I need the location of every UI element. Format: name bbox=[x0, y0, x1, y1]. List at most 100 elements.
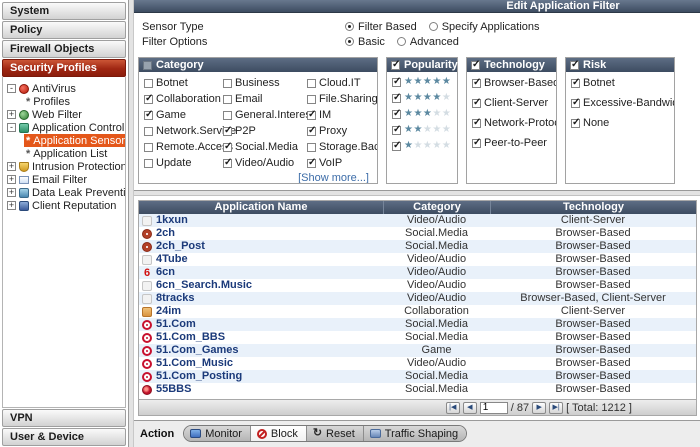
category-checkbox-business[interactable]: Business bbox=[223, 77, 307, 89]
checkbox-icon[interactable] bbox=[472, 139, 481, 148]
table-row[interactable]: 1kxunVideo/AudioClient-Server bbox=[139, 214, 696, 227]
category-checkbox-general-interest[interactable]: General.Interest bbox=[223, 109, 307, 121]
table-row[interactable]: 51.Com_GamesGameBrowser-Based bbox=[139, 344, 696, 357]
popularity-4-stars[interactable]: ★★★★★ bbox=[392, 93, 453, 103]
popularity-1-star[interactable]: ★★★★★ bbox=[392, 141, 453, 151]
category-checkbox-proxy[interactable]: Proxy bbox=[307, 125, 377, 137]
category-checkbox-storage-backup[interactable]: Storage.Backup bbox=[307, 141, 377, 153]
table-row[interactable]: 51.Com_BBSSocial.MediaBrowser-Based bbox=[139, 331, 696, 344]
checkbox-icon[interactable] bbox=[223, 143, 232, 152]
popularity-3-stars[interactable]: ★★★★★ bbox=[392, 109, 453, 119]
checkbox-icon[interactable] bbox=[223, 159, 232, 168]
category-checkbox-cloud-it[interactable]: Cloud.IT bbox=[307, 77, 377, 89]
table-row[interactable]: 8tracksVideo/AudioBrowser-Based, Client-… bbox=[139, 292, 696, 305]
category-checkbox-collaboration[interactable]: Collaboration bbox=[144, 93, 223, 105]
previous-page-button[interactable] bbox=[463, 402, 477, 414]
radio-advanced[interactable]: Advanced bbox=[397, 36, 459, 48]
category-checkbox-social-media[interactable]: Social.Media bbox=[223, 141, 307, 153]
expand-icon[interactable] bbox=[7, 201, 16, 210]
checkbox-icon[interactable] bbox=[571, 79, 580, 88]
column-header-technology[interactable]: Technology bbox=[490, 201, 696, 214]
radio-basic[interactable]: Basic bbox=[345, 36, 385, 48]
radio-specify-applications[interactable]: Specify Applications bbox=[429, 21, 540, 33]
tree-item-client-reputation[interactable]: Client Reputation bbox=[7, 199, 125, 212]
checkbox-icon[interactable] bbox=[392, 78, 401, 87]
popularity-2-stars[interactable]: ★★★★★ bbox=[392, 125, 453, 135]
checkbox-icon[interactable] bbox=[223, 111, 232, 120]
page-number-input[interactable] bbox=[480, 402, 508, 414]
tree-item-antivirus[interactable]: AntiVirus bbox=[7, 82, 125, 95]
checkbox-icon[interactable] bbox=[223, 127, 232, 136]
technology-checkbox-peer-to-peer[interactable]: Peer-to-Peer bbox=[472, 137, 552, 149]
monitor-button[interactable]: Monitor bbox=[184, 426, 251, 441]
checkbox-icon[interactable] bbox=[472, 119, 481, 128]
checkbox-icon[interactable] bbox=[223, 95, 232, 104]
table-row[interactable]: 2chSocial.MediaBrowser-Based bbox=[139, 227, 696, 240]
checkbox-icon[interactable] bbox=[392, 110, 401, 119]
tree-item-intrusion-protection[interactable]: Intrusion Protection bbox=[7, 160, 125, 173]
checkbox-icon[interactable] bbox=[571, 119, 580, 128]
category-checkbox-p2p[interactable]: P2P bbox=[223, 125, 307, 137]
tree-item-email-filter[interactable]: Email Filter bbox=[7, 173, 125, 186]
category-checkbox-im[interactable]: IM bbox=[307, 109, 377, 121]
expand-icon[interactable] bbox=[7, 162, 16, 171]
first-page-button[interactable] bbox=[446, 402, 460, 414]
checkbox-icon[interactable] bbox=[144, 159, 153, 168]
show-more-link[interactable]: [Show more...] bbox=[144, 169, 373, 183]
reset-button[interactable]: Reset bbox=[307, 426, 364, 441]
technology-checkbox-browser-based[interactable]: Browser-Based bbox=[472, 77, 552, 89]
sidebar-section-vpn[interactable]: VPN bbox=[2, 409, 126, 427]
expand-icon[interactable] bbox=[7, 188, 16, 197]
sidebar-section-firewall-objects[interactable]: Firewall Objects bbox=[2, 40, 126, 58]
block-button[interactable]: Block bbox=[251, 426, 307, 441]
popularity-5-stars[interactable]: ★★★★★ bbox=[392, 77, 453, 87]
checkbox-icon[interactable] bbox=[472, 79, 481, 88]
radio-icon[interactable] bbox=[345, 22, 354, 31]
table-row[interactable]: 51.Com_PostingSocial.MediaBrowser-Based bbox=[139, 370, 696, 383]
tree-item-data-leak-prevention[interactable]: Data Leak Prevention bbox=[7, 186, 125, 199]
table-row[interactable]: 6cn_Search.MusicVideo/AudioBrowser-Based bbox=[139, 279, 696, 292]
checkbox-icon[interactable] bbox=[144, 79, 153, 88]
checkbox-icon[interactable] bbox=[144, 95, 153, 104]
last-page-button[interactable] bbox=[549, 402, 563, 414]
column-header-category[interactable]: Category bbox=[383, 201, 490, 214]
expand-icon[interactable] bbox=[7, 175, 16, 184]
checkbox-icon[interactable] bbox=[307, 95, 316, 104]
category-checkbox-email[interactable]: Email bbox=[223, 93, 307, 105]
category-checkbox-update[interactable]: Update bbox=[144, 157, 223, 169]
category-checkbox-video-audio[interactable]: Video/Audio bbox=[223, 157, 307, 169]
expand-icon[interactable] bbox=[7, 110, 16, 119]
collapse-icon[interactable] bbox=[7, 123, 16, 132]
tree-item-application-list[interactable]: Application List bbox=[24, 147, 125, 160]
checkbox-icon[interactable] bbox=[392, 126, 401, 135]
sidebar-section-security-profiles[interactable]: Security Profiles bbox=[2, 59, 126, 77]
checkbox-icon[interactable] bbox=[144, 143, 153, 152]
category-checkbox-file-sharing[interactable]: File.Sharing bbox=[307, 93, 377, 105]
traffic-shaping-button[interactable]: Traffic Shaping bbox=[364, 426, 466, 441]
checkbox-icon[interactable] bbox=[307, 127, 316, 136]
table-row[interactable]: 6cnVideo/AudioBrowser-Based bbox=[139, 266, 696, 279]
tree-item-application-control[interactable]: Application Control bbox=[7, 121, 125, 134]
sidebar-section-policy[interactable]: Policy bbox=[2, 21, 126, 39]
checkbox-icon[interactable] bbox=[472, 99, 481, 108]
checkbox-icon[interactable] bbox=[571, 99, 580, 108]
collapse-icon[interactable] bbox=[7, 84, 16, 93]
checkbox-icon[interactable] bbox=[307, 143, 316, 152]
checkbox-icon[interactable] bbox=[307, 79, 316, 88]
sidebar-section-system[interactable]: System bbox=[2, 2, 126, 20]
category-checkbox-botnet[interactable]: Botnet bbox=[144, 77, 223, 89]
checkbox-icon[interactable] bbox=[307, 159, 316, 168]
category-checkbox-voip[interactable]: VoIP bbox=[307, 157, 377, 169]
radio-icon[interactable] bbox=[429, 22, 438, 31]
tree-item-web-filter[interactable]: Web Filter bbox=[7, 108, 125, 121]
table-row[interactable]: 2ch_PostSocial.MediaBrowser-Based bbox=[139, 240, 696, 253]
radio-icon[interactable] bbox=[397, 37, 406, 46]
category-select-all-checkbox[interactable] bbox=[143, 61, 152, 70]
technology-select-all-checkbox[interactable] bbox=[471, 61, 480, 70]
sidebar-section-user-device[interactable]: User & Device bbox=[2, 428, 126, 446]
checkbox-icon[interactable] bbox=[223, 79, 232, 88]
risk-checkbox-none[interactable]: None bbox=[571, 117, 670, 129]
radio-filter-based[interactable]: Filter Based bbox=[345, 21, 417, 33]
checkbox-icon[interactable] bbox=[144, 127, 153, 136]
category-checkbox-remote-access[interactable]: Remote.Access bbox=[144, 141, 223, 153]
